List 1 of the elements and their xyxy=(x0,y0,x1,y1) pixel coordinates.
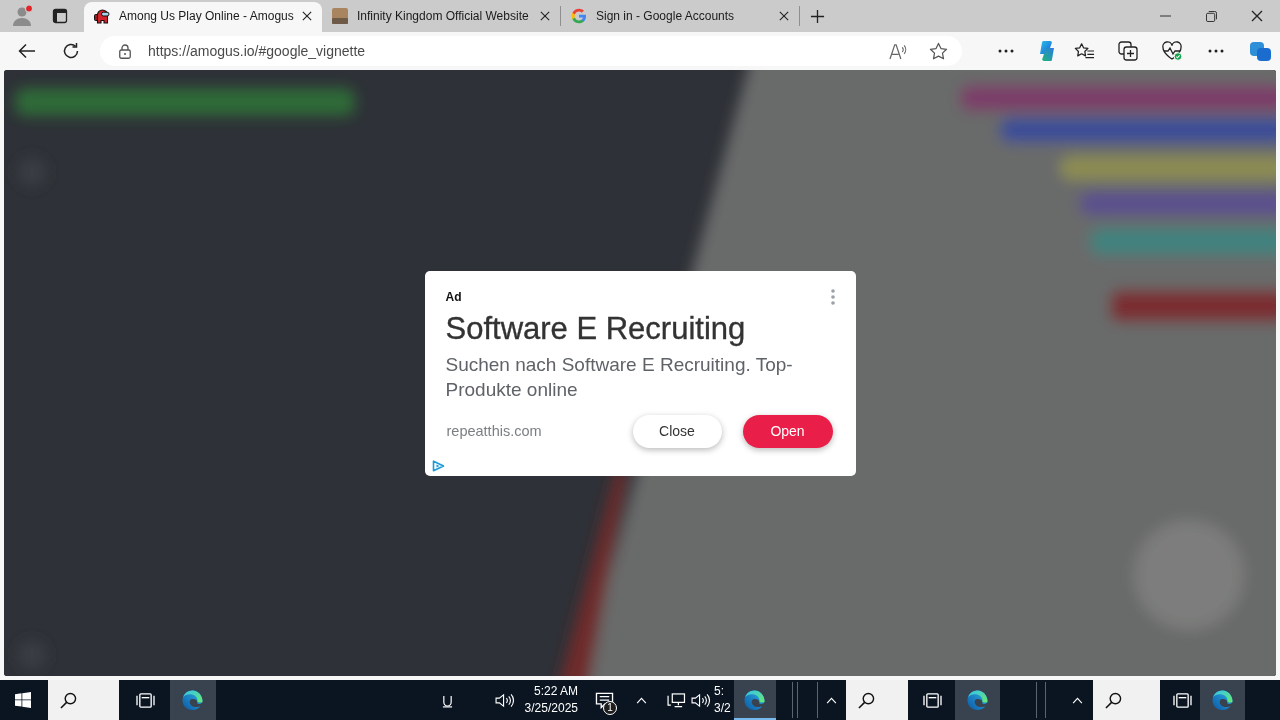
notification-badge: 1 xyxy=(603,701,617,715)
